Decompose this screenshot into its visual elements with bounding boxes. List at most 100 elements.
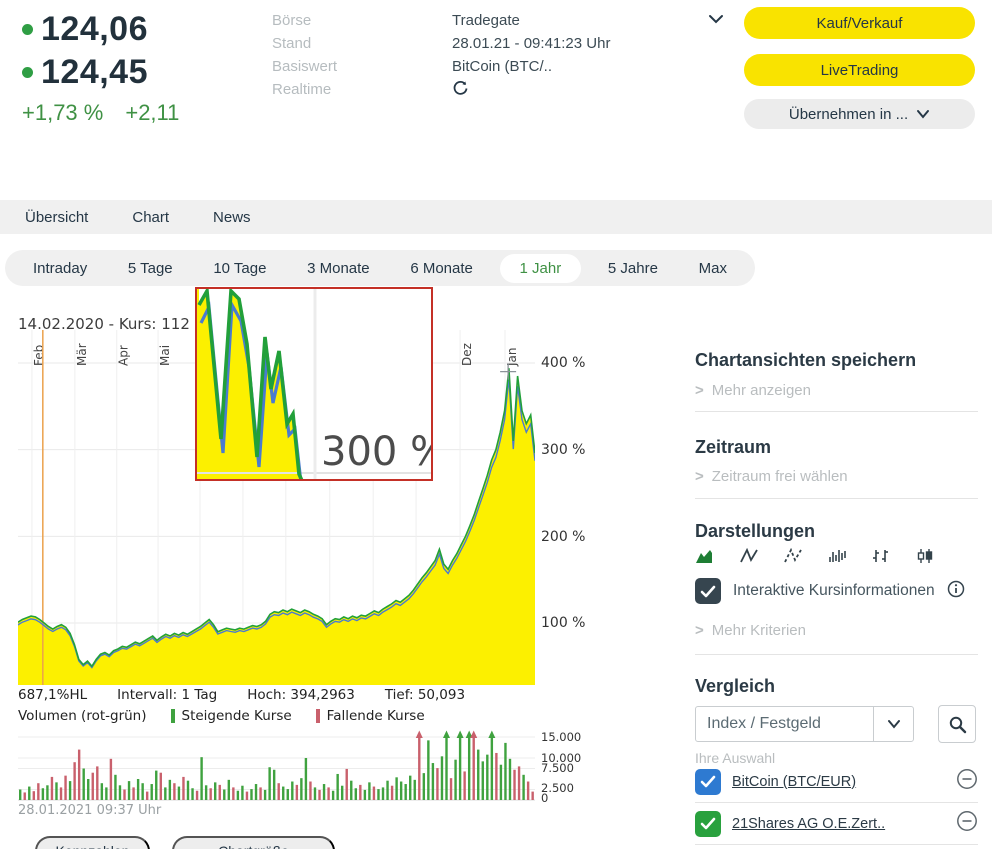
meta-values: Tradegate 28.01.21 - 09:41:23 Uhr BitCoi… xyxy=(452,9,610,102)
darstellungen-heading: Darstellungen xyxy=(695,521,815,542)
line-chart-icon[interactable] xyxy=(739,548,759,569)
chevron-right-icon: > xyxy=(695,382,704,399)
timerange-5tage[interactable]: 5 Tage xyxy=(114,255,187,282)
area-chart-icon[interactable] xyxy=(695,548,715,569)
svg-text:Mai: Mai xyxy=(158,345,172,366)
zeitraum-frei-link[interactable]: > Zeitraum frei wählen xyxy=(695,468,848,485)
timerange-bar: Intraday 5 Tage 10 Tage 3 Monate 6 Monat… xyxy=(5,250,755,286)
y-axis-label-400: 400 % xyxy=(541,355,585,371)
ihre-auswahl-label: Ihre Auswahl xyxy=(695,750,775,766)
timerange-6monate[interactable]: 6 Monate xyxy=(396,255,487,282)
chart-stats-row: 687,1%HL Intervall: 1 Tag Hoch: 394,2963… xyxy=(18,687,465,703)
search-icon xyxy=(948,715,967,734)
legend-down-label: Fallende Kurse xyxy=(327,708,425,724)
change-percent: +1,73 % xyxy=(22,100,103,126)
vol-label-7500: 7.500 xyxy=(541,761,574,775)
tab-chart[interactable]: Chart xyxy=(132,209,169,226)
refresh-icon[interactable] xyxy=(452,80,610,102)
sidebar-divider xyxy=(695,654,978,655)
vergleich-search-button[interactable] xyxy=(938,705,976,743)
timerange-5jahre[interactable]: 5 Jahre xyxy=(594,255,672,282)
sidebar-divider xyxy=(695,498,978,499)
y-axis-label-300: 300 % xyxy=(541,442,585,458)
uebernehmen-label: Übernehmen in ... xyxy=(789,106,908,123)
info-icon[interactable] xyxy=(947,580,965,603)
vol-label-15000: 15.000 xyxy=(541,730,581,744)
change-row: +1,73 % +2,11 xyxy=(22,100,179,126)
timerange-1jahr-active[interactable]: 1 Jahr xyxy=(500,254,582,283)
meta-labels: Börse Stand Basiswert Realtime xyxy=(272,9,337,101)
value-stand: 28.01.21 - 09:41:23 Uhr xyxy=(452,32,610,55)
bid-price: 124,06 xyxy=(41,10,148,49)
bitcoin-selection-link[interactable]: BitCoin (BTC/EUR) xyxy=(732,774,956,790)
21shares-selection-link[interactable]: 21Shares AG O.E.Zert.. xyxy=(732,816,956,832)
mehr-kriterien-label: Mehr Kriterien xyxy=(712,622,806,639)
volume-chart[interactable] xyxy=(18,728,535,803)
legend-up: Steigende Kurse xyxy=(171,708,292,724)
select-chevron-down-icon[interactable] xyxy=(873,707,913,741)
dashed-line-chart-icon[interactable] xyxy=(783,548,803,569)
tab-uebersicht[interactable]: Übersicht xyxy=(25,209,88,226)
legend-up-label: Steigende Kurse xyxy=(182,708,292,724)
y-axis-label-100: 100 % xyxy=(541,615,585,631)
21shares-checkbox[interactable] xyxy=(695,811,721,837)
interaktive-kursinfo-label: Interaktive Kursinformationen xyxy=(733,582,935,600)
vergleich-select-value: Index / Festgeld xyxy=(696,715,873,733)
change-absolute: +2,11 xyxy=(125,100,179,126)
timerange-intraday[interactable]: Intraday xyxy=(19,255,101,282)
magnifier-inset-canvas: 300 % xyxy=(197,289,431,479)
stat-low: Tief: 50,093 xyxy=(385,687,465,703)
kennzahlen-button[interactable]: Kennzahlen xyxy=(35,836,150,849)
zeitraum-frei-label: Zeitraum frei wählen xyxy=(712,468,848,485)
chart-type-icon-row xyxy=(695,548,935,569)
remove-21shares-icon[interactable] xyxy=(956,810,978,837)
sidebar-divider xyxy=(695,411,978,412)
sidebar-divider xyxy=(695,802,978,803)
candlestick-chart-icon[interactable] xyxy=(915,548,935,569)
stat-high: Hoch: 394,2963 xyxy=(247,687,355,703)
stat-interval: Intervall: 1 Tag xyxy=(117,687,217,703)
mehr-kriterien-link[interactable]: > Mehr Kriterien xyxy=(695,622,806,639)
inset-300-label: 300 % xyxy=(321,429,431,475)
livetrading-button[interactable]: LiveTrading xyxy=(744,54,975,86)
svg-text:Feb: Feb xyxy=(32,345,46,366)
vergleich-heading: Vergleich xyxy=(695,676,775,697)
volume-legend-row: Volumen (rot-grün) Steigende Kurse Falle… xyxy=(18,708,425,724)
bid-status-dot xyxy=(22,24,33,35)
volume-gridlines xyxy=(18,737,535,800)
chart-timestamp: 28.01.2021 09:37 Uhr xyxy=(18,803,161,818)
bid-row: 124,06 xyxy=(22,10,179,49)
chevron-right-icon: > xyxy=(695,622,704,639)
interaktive-kursinfo-checkbox[interactable] xyxy=(695,578,721,604)
ohlc-chart-icon[interactable] xyxy=(871,548,891,569)
label-boerse: Börse xyxy=(272,9,337,32)
sidebar-divider xyxy=(695,844,978,845)
legend-down: Fallende Kurse xyxy=(316,708,425,724)
vergleich-select[interactable]: Index / Festgeld xyxy=(695,706,914,742)
svg-text:Mär: Mär xyxy=(75,343,89,366)
value-boerse: Tradegate xyxy=(452,9,610,32)
chartgroesse-button[interactable]: Chartgröße xyxy=(172,836,335,849)
magnifier-inset: 300 % xyxy=(195,287,433,481)
ask-row: 124,45 xyxy=(22,53,179,92)
uebernehmen-button[interactable]: Übernehmen in ... xyxy=(744,99,975,129)
label-basiswert: Basiswert xyxy=(272,55,337,78)
svg-text:Dez: Dez xyxy=(460,343,474,366)
zeitraum-heading: Zeitraum xyxy=(695,437,771,458)
timerange-max[interactable]: Max xyxy=(685,255,741,282)
bar-chart-icon[interactable] xyxy=(827,548,847,569)
selection-row-21shares: 21Shares AG O.E.Zert.. xyxy=(695,810,978,837)
bitcoin-checkbox[interactable] xyxy=(695,769,721,795)
mehr-anzeigen-link[interactable]: >Mehr anzeigen xyxy=(695,382,811,399)
remove-bitcoin-icon[interactable] xyxy=(956,768,978,795)
kauf-verkauf-button[interactable]: Kauf/Verkauf xyxy=(744,7,975,39)
up-swatch xyxy=(171,709,175,723)
ask-price: 124,45 xyxy=(41,53,148,92)
exchange-chevron-down-icon[interactable] xyxy=(706,10,726,33)
timerange-3monate[interactable]: 3 Monate xyxy=(293,255,384,282)
timerange-10tage[interactable]: 10 Tage xyxy=(199,255,280,282)
chevron-right-icon: > xyxy=(695,468,704,485)
stat-range: 687,1%HL xyxy=(18,687,87,703)
volume-title: Volumen (rot-grün) xyxy=(18,708,147,724)
tab-news[interactable]: News xyxy=(213,209,251,226)
